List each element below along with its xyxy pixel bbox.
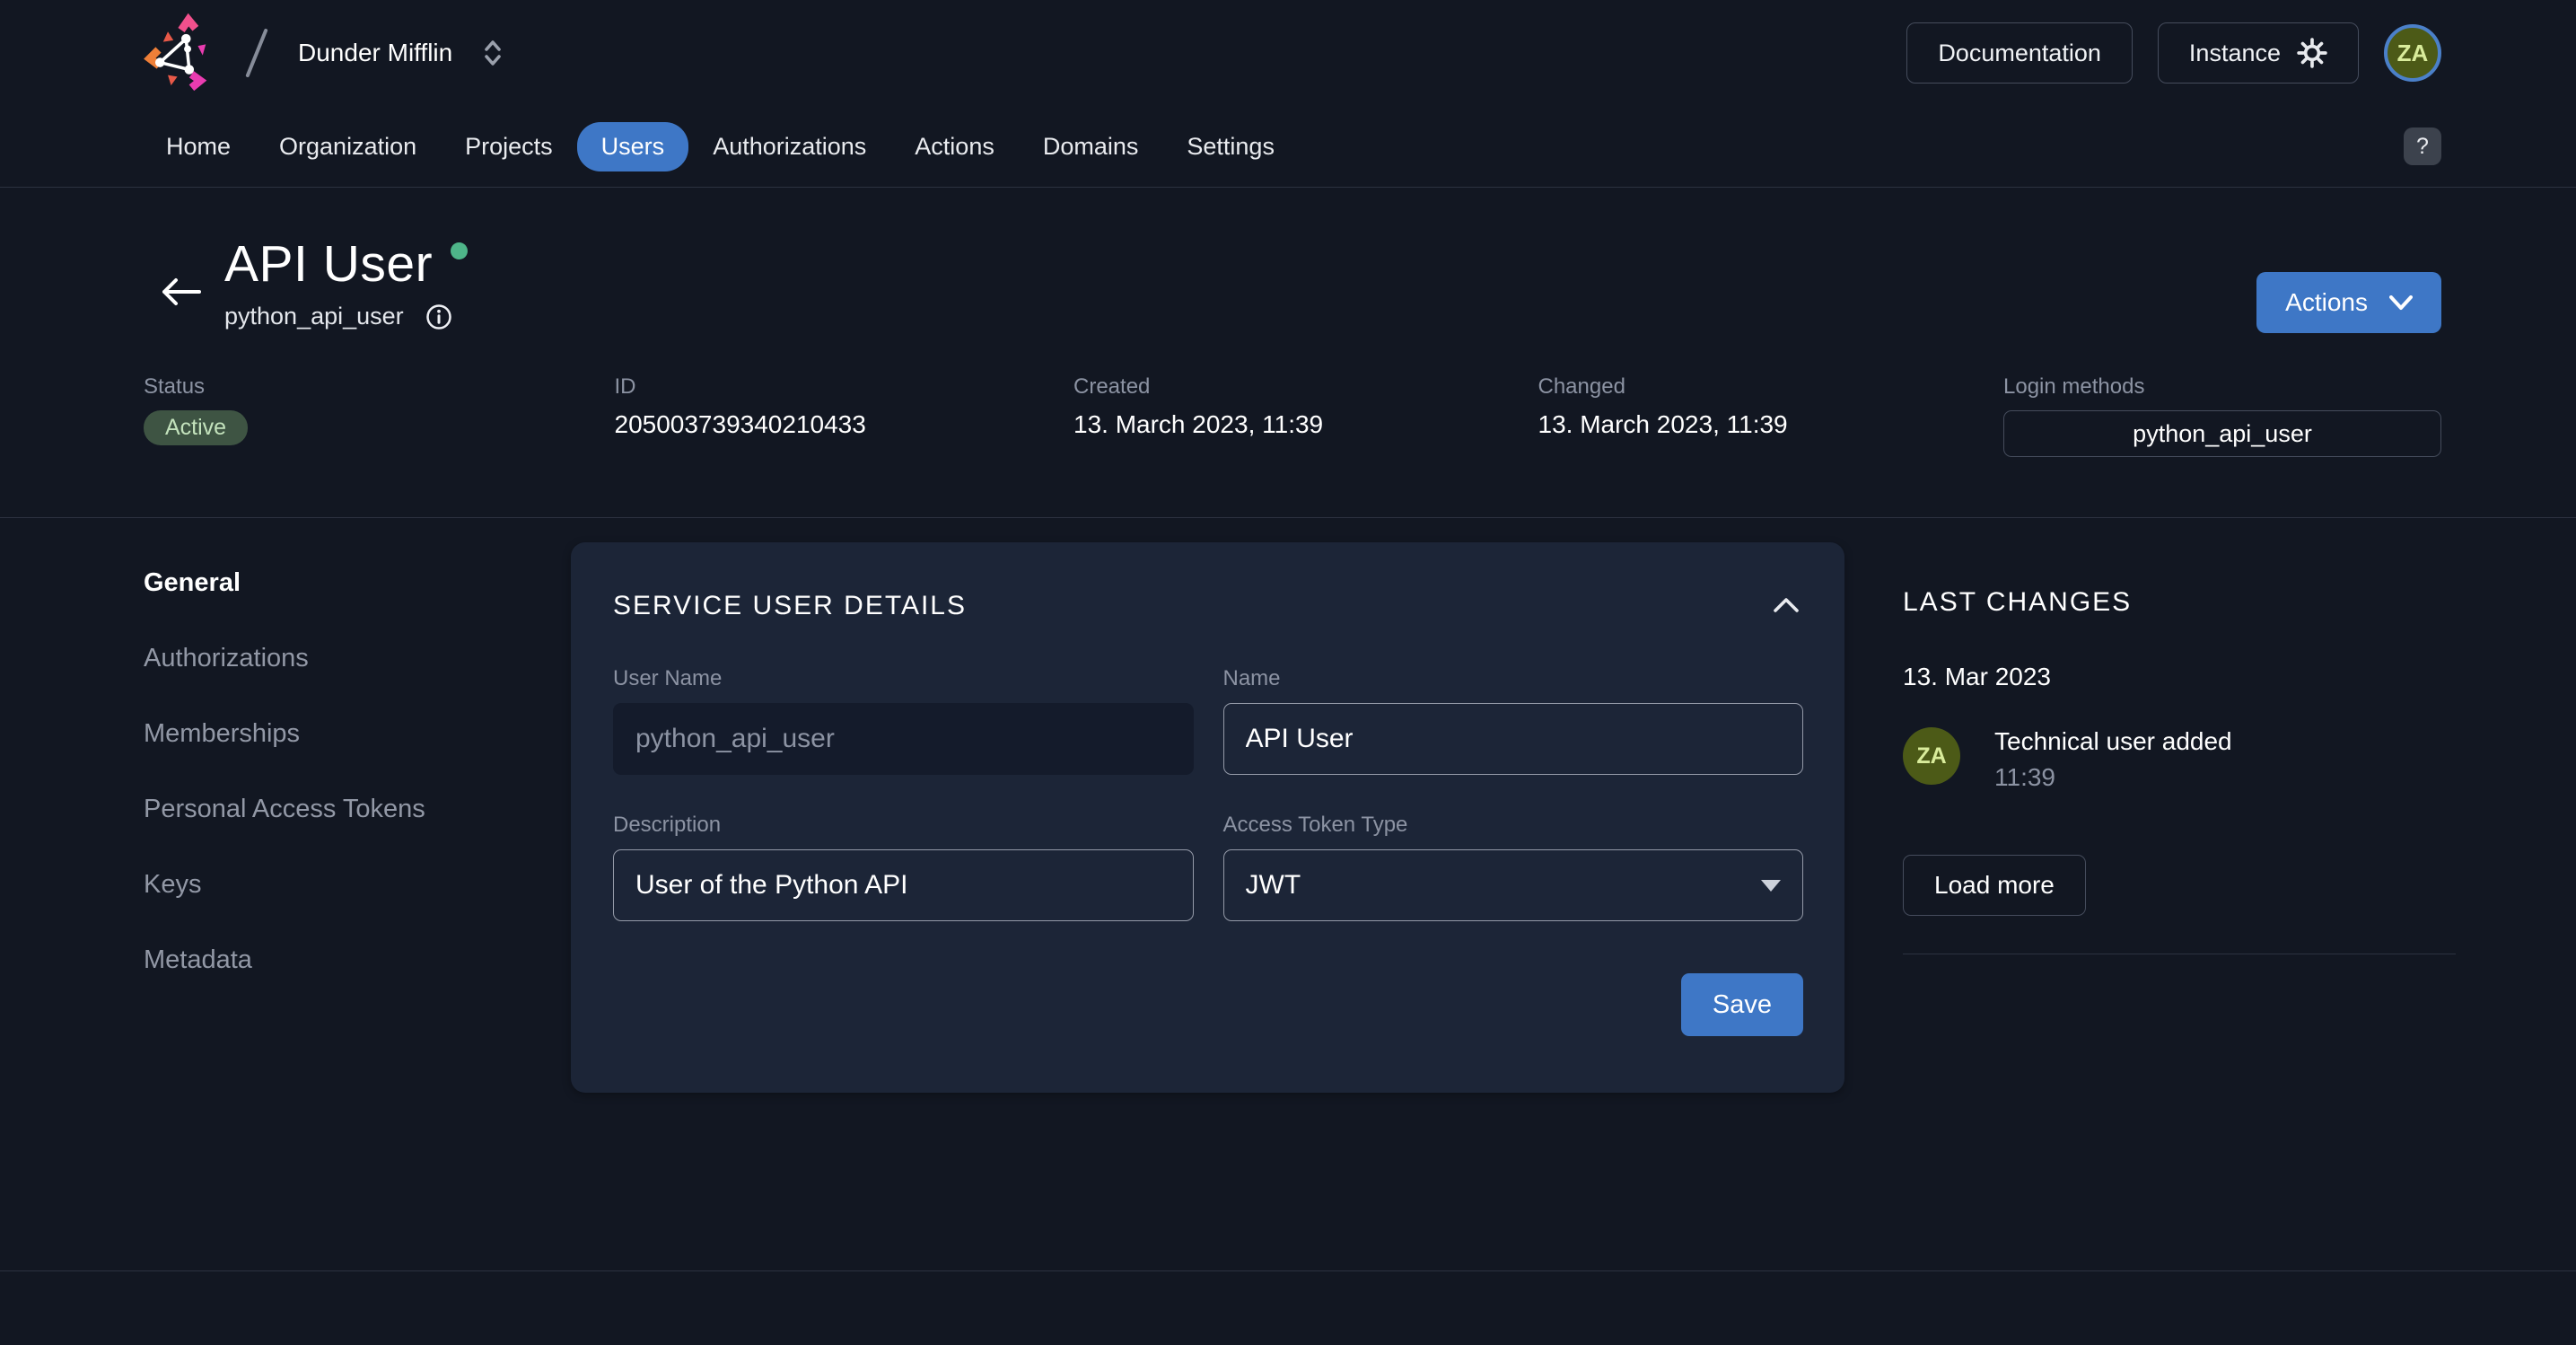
meta-id: ID 205003739340210433 [615,374,1074,457]
login-method-chip: python_api_user [2003,410,2441,457]
id-value: 205003739340210433 [615,410,1074,439]
page-title: API User [224,235,433,293]
chevron-down-icon [2389,295,2413,311]
sidebar-item-authorizations[interactable]: Authorizations [144,644,309,673]
nav-tab-projects[interactable]: Projects [441,122,577,171]
user-name-input [613,703,1194,775]
last-changes-title: LAST CHANGES [1903,587,2456,618]
brand: Dunder Mifflin [142,12,508,94]
sidebar-item-general[interactable]: General [144,568,241,598]
sidebar-item-personal-access-tokens[interactable]: Personal Access Tokens [144,795,425,824]
status-label: Status [144,374,615,400]
user-name-label: User Name [613,666,1194,691]
main-nav: Home Organization Projects Users Authori… [0,106,2576,188]
service-user-details-card: SERVICE USER DETAILS User Name Name [571,542,1844,1093]
caret-down-icon [1761,880,1781,892]
detail-sidebar: General Authorizations Memberships Perso… [144,568,425,975]
change-event: ZA Technical user added 11:39 [1903,727,2456,792]
sidebar-item-keys[interactable]: Keys [144,870,201,900]
instance-button[interactable]: Instance [2158,22,2359,84]
footer-bar [0,1270,2576,1345]
status-badge: Active [144,410,248,445]
unfold-chevrons-icon [483,39,503,67]
title-block: API User python_api_user [224,234,468,330]
page-subtitle: python_api_user [224,303,404,330]
user-avatar[interactable]: ZA [2384,24,2441,82]
zitadel-logo-icon[interactable] [142,12,221,94]
nav-tab-home[interactable]: Home [142,122,255,171]
field-name: Name [1223,666,1804,775]
nav-tab-settings[interactable]: Settings [1162,122,1299,171]
instance-label: Instance [2189,40,2281,67]
documentation-label: Documentation [1938,40,2101,67]
collapse-section-button[interactable] [1769,593,1803,620]
active-status-dot-icon [451,242,468,259]
save-button[interactable]: Save [1681,973,1803,1036]
actions-label: Actions [2285,288,2368,317]
breadcrumb-slash [245,28,267,77]
back-button[interactable] [160,276,201,311]
gear-icon [2297,38,2327,68]
card-title: SERVICE USER DETAILS [613,591,967,621]
event-avatar: ZA [1903,727,1960,785]
meta-created: Created 13. March 2023, 11:39 [1073,374,1538,457]
sidebar-item-memberships[interactable]: Memberships [144,719,300,749]
meta-status: Status Active [144,374,615,457]
field-user-name: User Name [613,666,1194,775]
login-methods-label: Login methods [2003,374,2441,400]
nav-tab-domains[interactable]: Domains [1019,122,1163,171]
help-button[interactable]: ? [2404,127,2441,165]
changed-label: Changed [1538,374,2004,400]
field-description: Description [613,813,1194,921]
nav-tab-actions[interactable]: Actions [890,122,1019,171]
arrow-left-icon [160,276,201,308]
created-label: Created [1073,374,1538,400]
page-header: API User python_api_user Actions [0,188,2576,518]
created-value: 13. March 2023, 11:39 [1073,410,1538,439]
access-token-type-value: JWT [1246,870,1301,901]
last-changes-date: 13. Mar 2023 [1903,663,2456,691]
event-text: Technical user added [1994,727,2232,756]
sidebar-item-metadata[interactable]: Metadata [144,945,252,975]
org-switcher[interactable]: Dunder Mifflin [293,31,508,75]
meta-changed: Changed 13. March 2023, 11:39 [1538,374,2004,457]
nav-tab-authorizations[interactable]: Authorizations [688,122,890,171]
top-bar: Dunder Mifflin Documentation Instance [0,0,2576,106]
meta-row: Status Active ID 205003739340210433 Crea… [135,374,2441,457]
actions-dropdown-button[interactable]: Actions [2256,272,2441,333]
app-root: Dunder Mifflin Documentation Instance [0,0,2576,1345]
field-access-token-type: Access Token Type JWT [1223,813,1804,921]
name-label: Name [1223,666,1804,691]
nav-tab-users[interactable]: Users [577,122,689,171]
content-area: General Authorizations Memberships Perso… [0,518,2576,1270]
event-time: 11:39 [1994,763,2232,792]
changed-value: 13. March 2023, 11:39 [1538,410,2004,439]
chevron-up-icon [1773,596,1800,613]
org-name: Dunder Mifflin [298,39,452,67]
nav-tab-organization[interactable]: Organization [255,122,441,171]
avatar-initials: ZA [2397,40,2429,67]
event-avatar-initials: ZA [1916,743,1946,769]
access-token-type-select[interactable]: JWT [1223,849,1804,921]
description-input[interactable] [613,849,1194,921]
name-input[interactable] [1223,703,1804,775]
last-changes-panel: LAST CHANGES 13. Mar 2023 ZA Technical u… [1903,587,2456,954]
topbar-right: Documentation Instance ZA [1906,22,2441,84]
meta-login-methods: Login methods python_api_user [2003,374,2441,457]
load-more-button[interactable]: Load more [1903,855,2086,916]
id-label: ID [615,374,1074,400]
documentation-button[interactable]: Documentation [1906,22,2133,84]
description-label: Description [613,813,1194,838]
access-token-type-label: Access Token Type [1223,813,1804,838]
info-icon[interactable] [425,303,452,330]
